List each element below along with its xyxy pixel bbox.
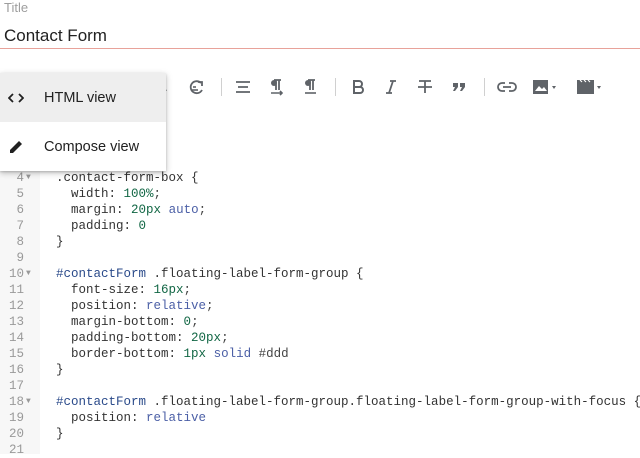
pencil-icon <box>6 137 26 157</box>
title-input[interactable]: Contact Form <box>4 26 107 46</box>
fold-toggle-icon[interactable]: ▼ <box>26 170 31 186</box>
code-text: position: relative <box>56 411 207 425</box>
title-underline <box>0 48 640 49</box>
line-number: 11 <box>8 283 24 297</box>
insert-video-icon[interactable] <box>575 78 605 96</box>
code-text: border-bottom: 1px solid #ddd <box>56 347 289 361</box>
line-number: 15 <box>8 347 24 361</box>
code-editor[interactable]: 4 ▼ .contact-form-box {5 width: 100%; 6 mar… <box>0 168 640 457</box>
align-icon[interactable] <box>234 78 252 96</box>
rtl-paragraph-icon[interactable] <box>302 78 320 96</box>
line-number: 21 <box>8 443 24 457</box>
line-number: 18 <box>8 395 24 409</box>
strikethrough-icon[interactable] <box>416 78 434 96</box>
line-number: 17 <box>8 379 24 393</box>
line-number: 16 <box>8 363 24 377</box>
line-number: 6 <box>16 203 24 217</box>
italic-icon[interactable] <box>384 78 398 96</box>
menu-item-html-view[interactable]: HTML view <box>0 73 166 122</box>
title-label: Title <box>4 0 29 15</box>
link-icon[interactable] <box>497 78 517 96</box>
code-text: #contactForm .floating-label-form-group.… <box>56 395 640 409</box>
code-text: padding-bottom: 20px; <box>56 331 229 345</box>
code-text: width: 100%; <box>56 187 162 201</box>
line-number: 7 <box>16 219 24 233</box>
line-number: 9 <box>16 251 24 265</box>
menu-label: HTML view <box>44 89 116 106</box>
line-number: 14 <box>8 331 24 345</box>
code-icon <box>6 88 26 108</box>
fold-toggle-icon[interactable]: ▼ <box>26 266 31 282</box>
code-text: } <box>56 363 64 377</box>
redo-icon[interactable] <box>188 78 206 96</box>
code-text: padding: 0 <box>56 219 147 233</box>
code-text: font-size: 16px; <box>56 283 192 297</box>
view-mode-menu: HTML view Compose view <box>0 73 166 171</box>
line-number: 19 <box>8 411 24 425</box>
code-text: #contactForm .floating-label-form-group … <box>56 267 364 281</box>
line-number: 13 <box>8 315 24 329</box>
toolbar-separator <box>221 78 222 96</box>
code-text: .contact-form-box { <box>56 171 199 185</box>
toolbar-separator <box>484 78 485 96</box>
line-number: 20 <box>8 427 24 441</box>
code-text: } <box>56 235 64 249</box>
line-number: 10 <box>8 267 24 281</box>
line-number: 12 <box>8 299 24 313</box>
menu-label: Compose view <box>44 138 140 155</box>
menu-item-compose-view[interactable]: Compose view <box>0 122 166 171</box>
bold-icon[interactable] <box>351 78 365 96</box>
ltr-paragraph-icon[interactable] <box>268 78 286 96</box>
toolbar-separator <box>335 78 336 96</box>
insert-image-icon[interactable] <box>531 78 561 96</box>
line-number: 5 <box>16 187 24 201</box>
code-text: margin: 20px auto; <box>56 203 207 217</box>
line-number: 8 <box>16 235 24 249</box>
code-text: } <box>56 427 64 441</box>
code-text: position: relative; <box>56 299 214 313</box>
quote-icon[interactable] <box>451 78 467 96</box>
fold-toggle-icon[interactable]: ▼ <box>26 394 31 410</box>
code-text: margin-bottom: 0; <box>56 315 199 329</box>
line-number: 4 <box>16 171 24 185</box>
